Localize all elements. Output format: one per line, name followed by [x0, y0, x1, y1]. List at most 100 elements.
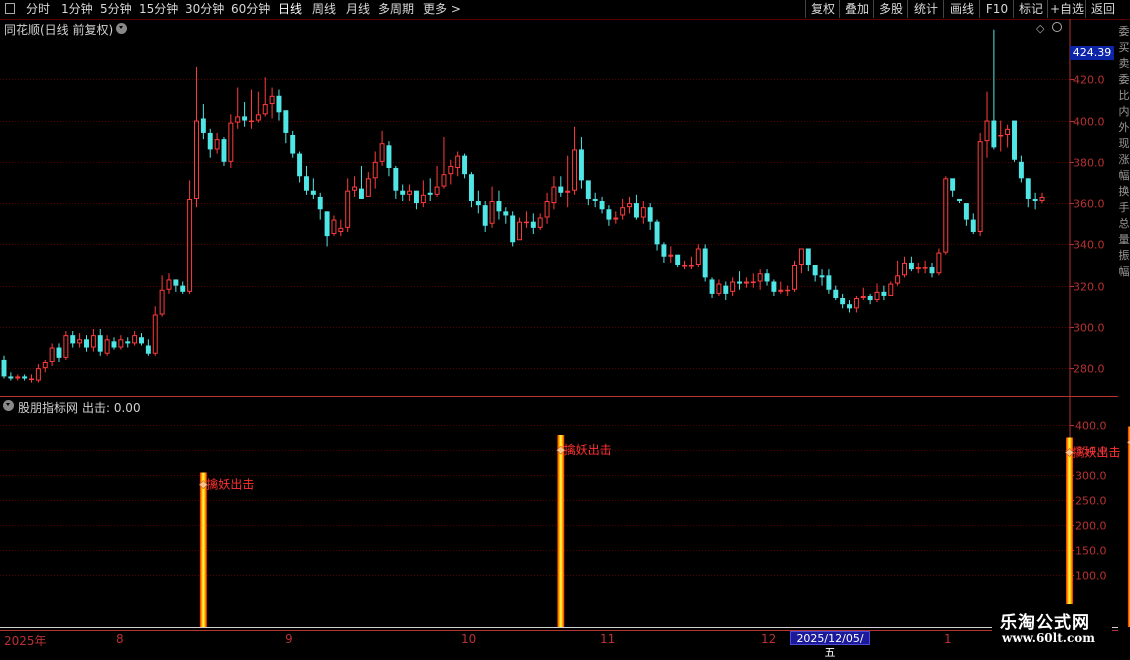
candle-body [737, 281, 743, 284]
candle-body [242, 116, 248, 121]
side-panel-char: 卖 [1118, 57, 1130, 70]
candle-body [510, 215, 516, 243]
candle-body [139, 337, 144, 344]
indicator-axis-label: 400.0 [1075, 420, 1107, 433]
candle-body [90, 335, 96, 348]
candle-body [805, 248, 811, 265]
price-axis-label: 420.0 [1073, 74, 1105, 87]
candle-body [255, 114, 261, 121]
candle-body [352, 186, 358, 191]
candle-body [283, 110, 289, 133]
price-axis-label: 320.0 [1073, 281, 1105, 294]
candle-body [620, 207, 626, 216]
candle-body [950, 178, 956, 191]
candle-body [1025, 178, 1031, 199]
candle-body [400, 190, 406, 195]
candle-body [221, 139, 227, 162]
candle-body [42, 361, 48, 369]
side-panel-char: 振 [1118, 249, 1130, 262]
candle-body [517, 221, 523, 241]
signal-bar [557, 435, 565, 627]
signal-bar [199, 472, 207, 627]
candle-body [592, 198, 598, 202]
candle-body [888, 283, 894, 296]
candle-body [730, 281, 736, 292]
candle-body [70, 335, 76, 344]
candle-body [180, 285, 186, 292]
candle-body [290, 134, 296, 154]
candle-body [1012, 120, 1017, 160]
side-panel-char: 幅 [1118, 265, 1130, 278]
candle-body [853, 298, 859, 309]
candle-body [111, 341, 117, 348]
price-axis-label: 380.0 [1073, 157, 1105, 170]
x-axis-label-nov: 11 [600, 632, 616, 646]
candle-body [441, 174, 447, 187]
kline-chart[interactable]: 420.0 400.0 380.0 360.0 340.0 320.0 300.0 280.0… [0, 0, 1130, 650]
candle-body [723, 285, 729, 294]
candle-body [482, 205, 488, 226]
candle-body [943, 178, 949, 253]
candle-body [977, 141, 983, 232]
candle-body [407, 190, 413, 195]
candle-body [578, 149, 584, 181]
price-axis-label: 400.0 [1073, 116, 1105, 129]
candle-body [427, 192, 433, 195]
candle-body [331, 219, 337, 235]
candle-body [1039, 196, 1045, 202]
candle-body [269, 95, 275, 105]
candle-body [881, 291, 887, 296]
candle-body [750, 281, 756, 284]
indicator-header: 股朋指标网 出击: 0.00 [0, 397, 1070, 415]
side-panel-char: 换 [1118, 185, 1130, 198]
side-panel-char: 量 [1118, 233, 1130, 246]
candle-body [908, 262, 914, 270]
candle-body [957, 198, 962, 202]
candle-body [372, 161, 378, 179]
candle-body [248, 120, 254, 123]
candle-body [166, 279, 172, 290]
candle-body [194, 120, 199, 199]
candle-body [503, 211, 509, 216]
candle-body [448, 165, 454, 175]
candle-body [833, 289, 839, 299]
candle-body [757, 273, 763, 282]
price-axis-label: 340.0 [1073, 239, 1105, 252]
watermark-title: 乐淘公式网 [1000, 613, 1090, 633]
candle-body [936, 252, 942, 274]
candle-body [1, 359, 7, 377]
candle-body [49, 347, 55, 362]
candle-body [455, 155, 461, 169]
candle-body [63, 335, 69, 358]
x-axis-label-dec: 12 [761, 632, 777, 646]
candle-body [15, 376, 21, 379]
candle-body [998, 134, 1004, 137]
candle-body [860, 295, 866, 299]
side-panel-char: 手 [1118, 201, 1130, 214]
candle-body [867, 295, 873, 301]
x-axis-label-sep: 9 [285, 632, 293, 646]
candle-body [338, 227, 344, 232]
candle-body [1018, 161, 1024, 179]
candle-body [132, 335, 138, 344]
candle-body [317, 196, 323, 210]
candle-body [1032, 198, 1038, 202]
candle-body [874, 291, 880, 301]
candle-body [743, 281, 749, 284]
candle-body [475, 201, 481, 206]
candle-body [819, 275, 825, 278]
candle-body [661, 244, 667, 257]
side-panel-char: 幅 [1118, 169, 1130, 182]
candle-body [152, 314, 158, 354]
candle-body [682, 264, 688, 267]
candle-body [565, 190, 571, 193]
candle-body [393, 168, 399, 191]
side-panel-char: 买 [1118, 41, 1130, 54]
candle-body [35, 368, 41, 381]
signal-label: 擒妖出击 [1072, 445, 1120, 460]
candle-body [276, 95, 282, 113]
indicator-value: 出击: 0.00 [82, 401, 141, 415]
candle-body [379, 143, 385, 162]
chevron-down-icon[interactable] [3, 400, 14, 411]
candle-body [365, 178, 371, 197]
